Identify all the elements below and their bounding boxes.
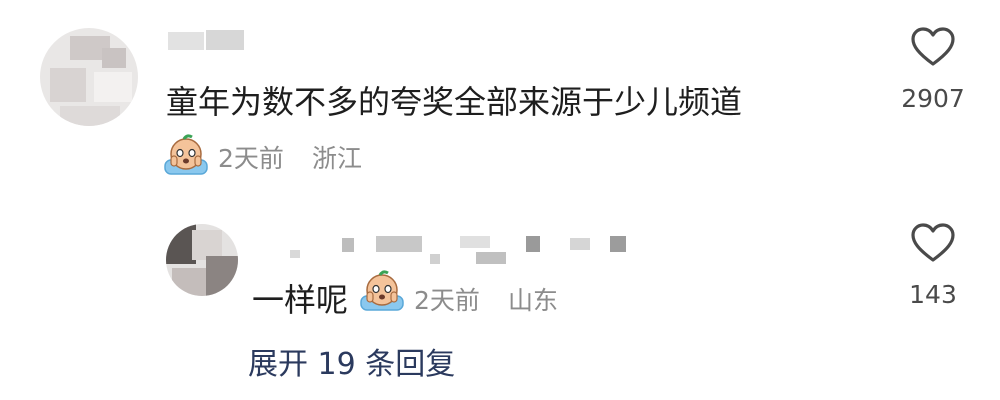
expand-replies-link[interactable]: 展开 19 条回复: [248, 350, 455, 380]
reply-like-heart-icon[interactable]: [910, 222, 956, 264]
comment-time: 2天前: [218, 144, 284, 173]
comment-text: 童年为数不多的夸奖全部来源于少儿频道: [166, 83, 743, 121]
user-avatar[interactable]: [40, 28, 138, 126]
reply-item: 一样呢 2天前 山东 143: [0, 200, 1000, 330]
comment-location: 浙江: [312, 144, 363, 173]
username-blurred[interactable]: [168, 30, 248, 54]
crying-face-emoji-icon: [162, 134, 210, 178]
reply-text: 一样呢: [252, 281, 349, 319]
crying-face-emoji-icon: [358, 270, 406, 314]
like-count: 2907: [901, 84, 965, 113]
comment-item: 童年为数不多的夸奖全部来源于少儿频道 2天前 浙江 2907: [0, 0, 1000, 200]
reply-avatar[interactable]: [166, 224, 238, 296]
reply-location: 山东: [508, 286, 559, 315]
reply-time: 2天前: [414, 286, 480, 315]
reply-like-count: 143: [909, 280, 957, 309]
like-heart-icon[interactable]: [910, 26, 956, 68]
reply-username-blurred[interactable]: [290, 232, 650, 272]
